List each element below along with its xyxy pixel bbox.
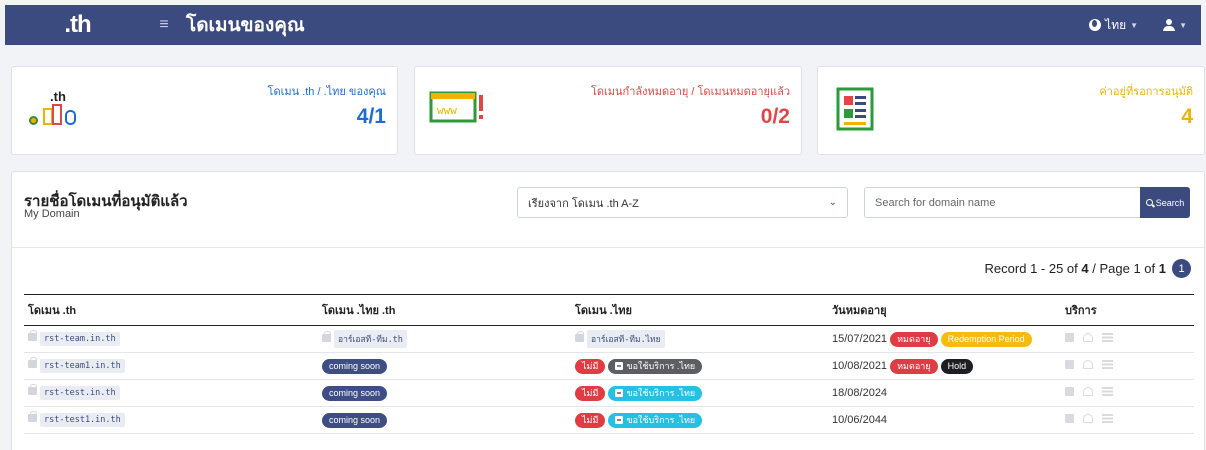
stat-label: โดเมนกำลังหมดอายุ / โดเมนหมดอายุแล้ว <box>590 86 790 98</box>
page-button[interactable]: 1 <box>1172 259 1191 278</box>
document-icon[interactable] <box>1065 414 1074 423</box>
search-button-label: Search <box>1155 197 1185 208</box>
stat-label: ค่าอยู่ที่รอการอนุมัติ <box>1099 86 1193 98</box>
expiry-date: 15/07/2021 <box>832 332 888 345</box>
menu-icon[interactable] <box>1102 387 1113 396</box>
domain-th-link[interactable]: rst-team.in.th <box>40 332 120 346</box>
user-icon <box>1162 19 1176 31</box>
expired-badge: หมดอายุ <box>890 358 938 374</box>
document-icon[interactable] <box>1065 333 1074 342</box>
sort-select[interactable]: เรียงจาก โดเมน .th A-Z ⌄ <box>517 187 848 218</box>
record-text: Record 1 - 25 of 4 / Page 1 of 1 <box>984 261 1166 276</box>
lock-icon <box>322 331 331 343</box>
coming-soon-badge: coming soon <box>322 412 388 428</box>
nav-right: ไทย ▼ ▼ <box>1089 16 1201 35</box>
service-actions <box>1065 333 1113 342</box>
domain-thai-th-link[interactable]: อาร์เอสที-ทีม.th <box>334 330 407 348</box>
column-header: บริการ <box>1061 294 1194 326</box>
no-domain-badge: ไม่มี <box>575 385 606 401</box>
status-badge: Hold <box>940 358 974 374</box>
menu-icon[interactable] <box>1102 360 1113 369</box>
service-actions <box>1065 387 1113 396</box>
domain-th-link[interactable]: rst-test.in.th <box>40 386 120 400</box>
lock-icon <box>575 331 584 343</box>
www-warning-icon: www <box>429 87 489 134</box>
table-row: rst-test1.in.th coming soon ไม่มี ขอใช้บ… <box>24 406 1194 434</box>
domain-thai-link[interactable]: อาร์เอสที-ทีม.ไทย <box>587 330 665 348</box>
stat-value: 4 <box>1181 105 1193 128</box>
globe-icon <box>1089 19 1102 31</box>
request-thai-button[interactable]: ขอใช้บริการ .ไทย <box>608 385 703 401</box>
stat-card-expiring-domains[interactable]: www โดเมนกำลังหมดอายุ / โดเมนหมดอายุแล้ว… <box>414 66 802 155</box>
request-thai-button[interactable]: ขอใช้บริการ .ไทย <box>608 358 703 374</box>
expired-badge: หมดอายุ <box>890 331 938 347</box>
panel-header: รายชื่อโดเมนที่อนุมัติแล้ว My Domain เรี… <box>12 172 1204 248</box>
table-header-row: โดเมน .th โดเมน .ไทย .th โดเมน .ไทย วันห… <box>24 294 1194 326</box>
document-icon[interactable] <box>1065 360 1074 369</box>
svg-text:www: www <box>437 104 457 117</box>
domain-table: โดเมน .th โดเมน .ไทย .th โดเมน .ไทย วันห… <box>24 294 1194 434</box>
hamburger-icon[interactable]: ≡ <box>150 16 178 34</box>
stat-card-pending-approval[interactable]: ค่าอยู่ที่รอการอนุมัติ 4 <box>817 66 1205 155</box>
language-label: ไทย <box>1105 17 1127 32</box>
plus-icon <box>615 361 624 370</box>
lock-icon <box>28 357 37 369</box>
search-input[interactable] <box>864 187 1140 218</box>
status-badge: Redemption Period <box>940 331 1032 347</box>
th-domains-icon: .th <box>26 87 90 140</box>
plus-icon <box>615 388 624 397</box>
table-row: rst-test.in.th coming soon ไม่มี ขอใช้บร… <box>24 379 1194 407</box>
expiry-date: 18/08/2024 <box>832 387 888 399</box>
coming-soon-badge: coming soon <box>322 358 388 374</box>
expiry-date: 10/08/2021 <box>832 359 888 372</box>
domain-th-link[interactable]: rst-test1.in.th <box>40 413 125 427</box>
language-switcher[interactable]: ไทย ▼ <box>1089 16 1138 35</box>
table-row: rst-team1.in.th coming soon ไม่มี ขอใช้บ… <box>24 352 1194 380</box>
lock-icon <box>28 411 37 423</box>
page-title: โดเมนของคุณ <box>186 15 305 36</box>
column-header[interactable]: วันหมดอายุ <box>828 294 1061 326</box>
stat-label: โดเมน .th / .ไทย ของคุณ <box>267 86 386 98</box>
bell-icon[interactable] <box>1083 333 1093 342</box>
search-icon <box>1145 199 1153 206</box>
search-button[interactable]: Search <box>1140 187 1190 218</box>
table-row: rst-team.in.th อาร์เอสที-ทีม.th อาร์เอสท… <box>24 325 1194 353</box>
domain-th-link[interactable]: rst-team1.in.th <box>40 359 125 373</box>
chevron-down-icon: ⌄ <box>828 197 837 208</box>
record-info: Record 1 - 25 of 4 / Page 1 of 1 1 <box>985 259 1191 278</box>
bell-icon[interactable] <box>1083 414 1093 423</box>
no-domain-badge: ไม่มี <box>575 358 606 374</box>
chevron-down-icon: ▼ <box>1130 20 1139 30</box>
service-actions <box>1065 360 1113 369</box>
bell-icon[interactable] <box>1083 360 1093 369</box>
sort-value: เรียงจาก โดเมน .th A-Z <box>528 197 639 210</box>
menu-icon[interactable] <box>1102 333 1113 342</box>
request-thai-button[interactable]: ขอใช้บริการ .ไทย <box>608 412 703 428</box>
chevron-down-icon: ▼ <box>1179 20 1187 30</box>
pending-form-icon <box>832 87 880 136</box>
stat-value: 4/1 <box>356 105 386 128</box>
expiry-date: 10/06/2044 <box>832 414 888 426</box>
column-header[interactable]: โดเมน .th <box>24 294 318 326</box>
domain-list-panel: รายชื่อโดเมนที่อนุมัติแล้ว My Domain เรี… <box>11 171 1205 450</box>
svg-text:.th: .th <box>50 89 66 104</box>
stat-value: 0/2 <box>760 105 790 128</box>
coming-soon-badge: coming soon <box>322 385 388 401</box>
lock-icon <box>28 384 37 396</box>
no-domain-badge: ไม่มี <box>575 412 606 428</box>
service-actions <box>1065 414 1113 423</box>
top-navbar: .th ≡ โดเมนของคุณ ไทย ▼ ▼ <box>5 5 1201 45</box>
lock-icon <box>28 330 37 342</box>
column-header[interactable]: โดเมน .ไทย .th <box>318 294 571 326</box>
bell-icon[interactable] <box>1083 387 1093 396</box>
brand-logo[interactable]: .th <box>5 11 150 39</box>
plus-icon <box>615 415 624 424</box>
column-header[interactable]: โดเมน .ไทย <box>571 294 828 326</box>
user-menu[interactable]: ▼ <box>1162 19 1187 31</box>
panel-subtitle: My Domain <box>24 208 80 220</box>
document-icon[interactable] <box>1065 387 1074 396</box>
menu-icon[interactable] <box>1102 414 1113 423</box>
stat-card-my-domains[interactable]: .th โดเมน .th / .ไทย ของคุณ 4/1 <box>11 66 398 155</box>
